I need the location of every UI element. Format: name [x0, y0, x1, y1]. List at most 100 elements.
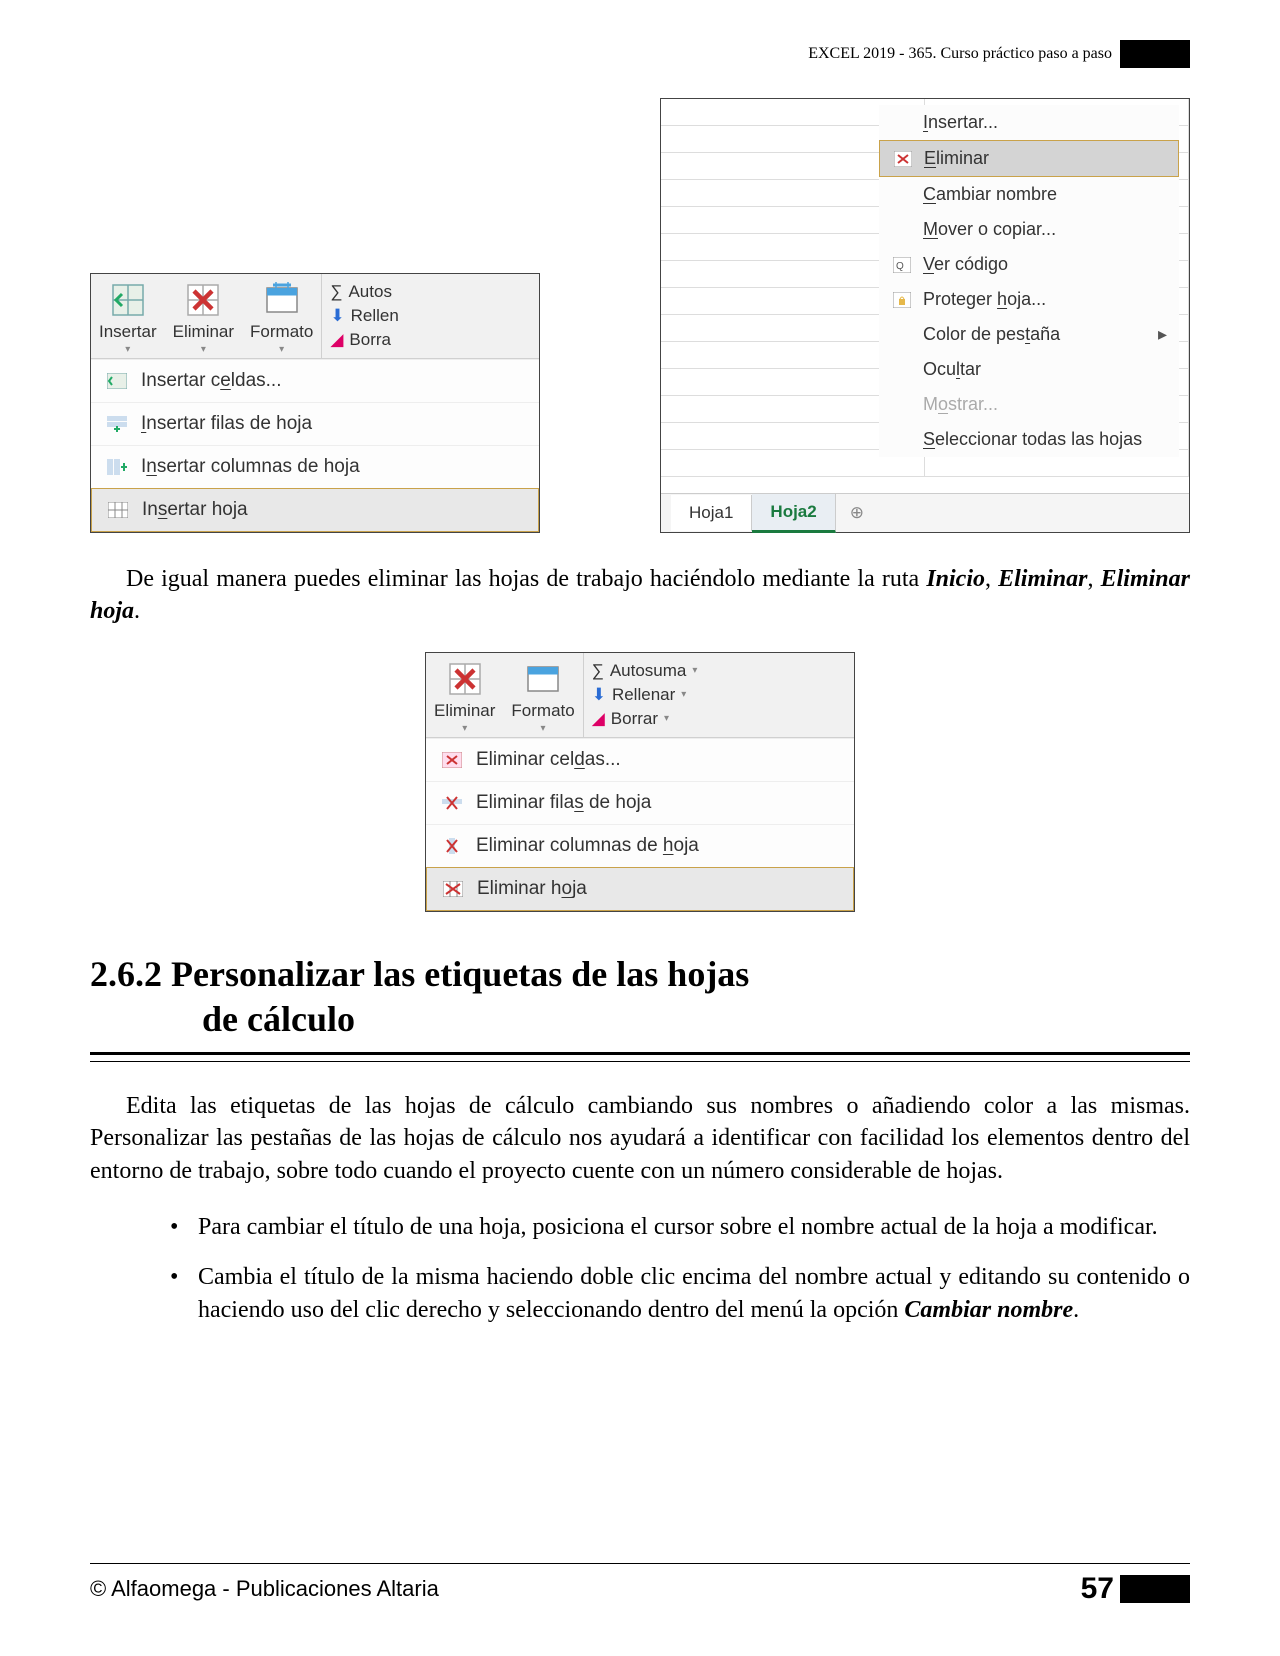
menu-delete-sheet[interactable]: Eliminar hoja	[426, 867, 854, 911]
ctx-label: Color de pestaña	[923, 324, 1060, 345]
dropdown-arrow-icon: ▾	[201, 344, 206, 355]
ctx-protect-sheet[interactable]: Proteger hoja...	[879, 282, 1179, 317]
ctx-show: Mostrar...	[879, 387, 1179, 422]
ctx-select-all[interactable]: Seleccionar todas las hojas	[879, 422, 1179, 457]
ctx-insertar[interactable]: Insertar...	[879, 105, 1179, 140]
ribbon-btn-insertar[interactable]: Insertar ▾	[91, 274, 165, 358]
page-header: EXCEL 2019 - 365. Curso práctico paso a …	[90, 40, 1190, 68]
menu-delete-cells[interactable]: Eliminar celdas...	[426, 738, 854, 781]
fill-down-icon: ⬇	[330, 306, 344, 326]
fill-item[interactable]: ⬇Rellen	[330, 304, 531, 328]
menu-label: Eliminar celdas...	[476, 749, 621, 771]
ctx-hide[interactable]: Ocultar	[879, 352, 1179, 387]
insert-sheet-icon	[106, 500, 130, 520]
dropdown-arrow-icon: ▾	[279, 344, 284, 355]
ribbon-label: Insertar	[99, 322, 157, 342]
ctx-move-copy[interactable]: Mover o copiar...	[879, 212, 1179, 247]
menu-delete-columns[interactable]: Eliminar columnas de hoja	[426, 824, 854, 867]
menu-insert-rows[interactable]: Insertar filas de hoja	[91, 402, 539, 445]
bullet-1: Para cambiar el título de una hoja, posi…	[170, 1211, 1190, 1243]
ribbon-btn-eliminar[interactable]: Eliminar ▾	[426, 653, 503, 737]
header-decor	[1120, 40, 1190, 68]
dropdown-arrow-icon: ▾	[541, 723, 546, 734]
bullet-list: Para cambiar el título de una hoja, posi…	[90, 1211, 1190, 1326]
ctx-label: Eliminar	[924, 148, 989, 169]
menu-insert-columns[interactable]: Insertar columnas de hoja	[91, 445, 539, 488]
menu-label: Eliminar hoja	[477, 878, 587, 900]
svg-text:Q: Q	[896, 261, 904, 272]
ctx-label: Insertar...	[923, 112, 998, 133]
ctx-rename[interactable]: Cambiar nombre	[879, 177, 1179, 212]
fig-insert-ribbon: Insertar ▾ Eliminar ▾ Formato ▾	[90, 273, 540, 533]
delete-row-icon	[440, 793, 464, 813]
menu-label: Insertar filas de hoja	[141, 413, 312, 435]
header-title: EXCEL 2019 - 365. Curso práctico paso a …	[808, 45, 1112, 63]
dropdown-arrow-icon: ▾	[125, 344, 130, 355]
sheet-tab-strip: Hoja1 Hoja2 ⊕	[661, 494, 1189, 532]
worksheet-grid: Insertar... Eliminar Cambiar nombre Move…	[661, 99, 1189, 494]
format-icon	[264, 282, 300, 318]
ctx-label: Mostrar...	[923, 394, 998, 415]
ribbon-btn-formato[interactable]: Formato ▾	[503, 653, 582, 737]
code-icon: Q	[891, 257, 913, 273]
ribbon-btn-formato[interactable]: Formato ▾	[242, 274, 321, 358]
footer-decor	[1120, 1575, 1190, 1603]
clear-item[interactable]: ◢Borra	[330, 328, 531, 352]
fig-delete-ribbon: Eliminar ▾ Formato ▾ ∑Autosuma▾ ⬇Rellena…	[425, 652, 855, 912]
ribbon-side: ∑Autos ⬇Rellen ◢Borra	[321, 274, 539, 358]
paragraph-1: De igual manera puedes eliminar las hoja…	[90, 563, 1190, 628]
footer-copyright: © Alfaomega - Publicaciones Altaria	[90, 1576, 439, 1602]
sheet-tab-hoja1[interactable]: Hoja1	[671, 495, 752, 531]
insert-column-icon	[105, 457, 129, 477]
insert-cells-icon	[110, 282, 146, 318]
insert-row-icon	[105, 414, 129, 434]
ribbon-btn-eliminar[interactable]: Eliminar ▾	[165, 274, 242, 358]
menu-label: Eliminar filas de hoja	[476, 792, 651, 814]
clear-item[interactable]: ◢Borrar▾	[592, 707, 846, 731]
dropdown-arrow-icon: ▾	[681, 689, 686, 700]
ctx-tab-color[interactable]: Color de pestaña▸	[879, 317, 1179, 352]
dropdown-arrow-icon: ▾	[462, 723, 467, 734]
fig-delete-ribbon-wrap: Eliminar ▾ Formato ▾ ∑Autosuma▾ ⬇Rellena…	[90, 652, 1190, 912]
bullet-2: Cambia el título de la misma haciendo do…	[170, 1261, 1190, 1326]
paragraph-2: Edita las etiquetas de las hojas de cálc…	[90, 1090, 1190, 1187]
autosum-item[interactable]: ∑Autosuma▾	[592, 659, 846, 683]
ribbon-side: ∑Autosuma▾ ⬇Rellenar▾ ◢Borrar▾	[583, 653, 854, 737]
ctx-label: Ocultar	[923, 359, 981, 380]
menu-insert-cells[interactable]: Insertar celdas...	[91, 359, 539, 402]
fill-item[interactable]: ⬇Rellenar▾	[592, 683, 846, 707]
ribbon-label: Formato	[250, 322, 313, 342]
dropdown-arrow-icon: ▾	[692, 665, 697, 676]
delete-cells-icon	[440, 750, 464, 770]
ribbon-label: Eliminar	[434, 701, 495, 721]
menu-insert-sheet[interactable]: Insertar hoja	[91, 488, 539, 532]
eraser-icon: ◢	[592, 709, 605, 729]
menu-delete-rows[interactable]: Eliminar filas de hoja	[426, 781, 854, 824]
delete-cells-icon	[447, 661, 483, 697]
delete-column-icon	[440, 836, 464, 856]
sheet-tab-hoja2[interactable]: Hoja2	[752, 494, 835, 533]
format-icon	[525, 661, 561, 697]
menu-label: Insertar columnas de hoja	[141, 456, 360, 478]
delete-dropdown-menu: Eliminar celdas... Eliminar filas de hoj…	[426, 738, 854, 911]
sheet-tab-add[interactable]: ⊕	[836, 497, 878, 529]
delete-cells-icon	[185, 282, 221, 318]
autosum-item[interactable]: ∑Autos	[330, 280, 531, 304]
ribbon: Insertar ▾ Eliminar ▾ Formato ▾	[91, 274, 539, 359]
dropdown-arrow-icon: ▾	[664, 713, 669, 724]
ribbon-label: Eliminar	[173, 322, 234, 342]
section-heading-262: 2.6.2 Personalizar las etiquetas de las …	[90, 952, 1190, 1055]
sigma-icon: ∑	[330, 282, 342, 302]
ctx-label: Proteger hoja...	[923, 289, 1046, 310]
ctx-label: Mover o copiar...	[923, 219, 1056, 240]
insert-cells-icon	[105, 371, 129, 391]
ctx-view-code[interactable]: Q Ver código	[879, 247, 1179, 282]
ctx-label: Ver código	[923, 254, 1008, 275]
menu-label: Insertar celdas...	[141, 370, 281, 392]
ctx-eliminar[interactable]: Eliminar	[879, 140, 1179, 177]
protect-icon	[891, 292, 913, 308]
ctx-label: Cambiar nombre	[923, 184, 1057, 205]
insert-dropdown-menu: Insertar celdas... Insertar filas de hoj…	[91, 359, 539, 532]
page-footer: © Alfaomega - Publicaciones Altaria 57	[90, 1563, 1190, 1606]
menu-label: Eliminar columnas de hoja	[476, 835, 699, 857]
